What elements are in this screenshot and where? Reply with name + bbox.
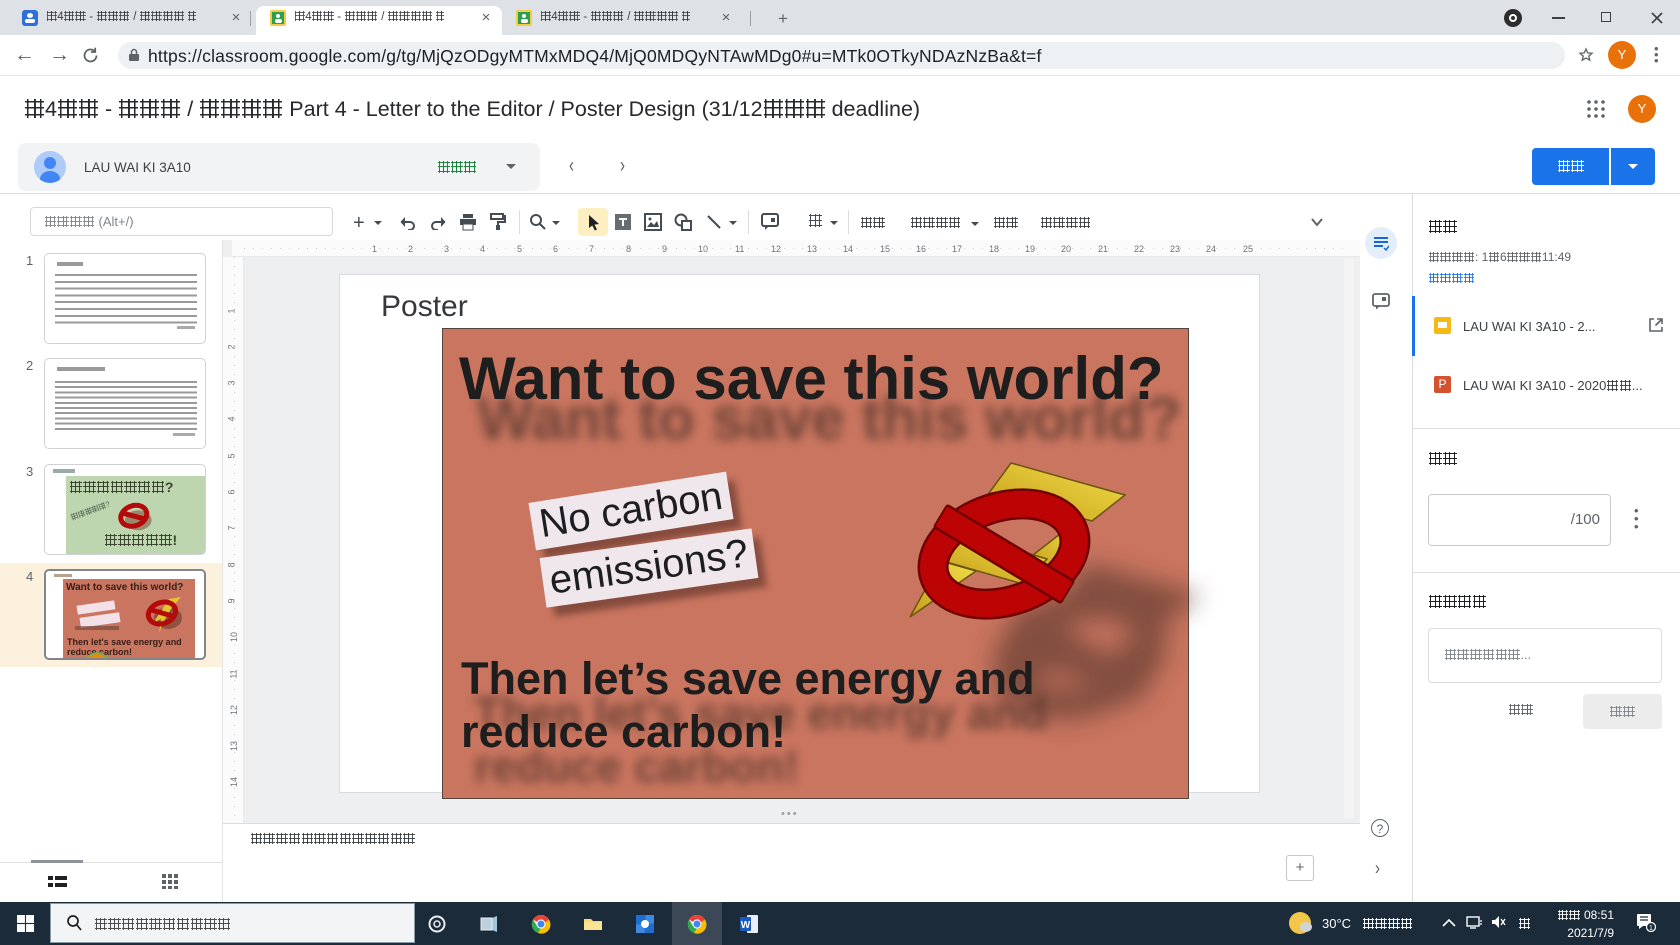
- svg-text:W: W: [741, 920, 751, 931]
- svg-text:1: 1: [1649, 925, 1653, 932]
